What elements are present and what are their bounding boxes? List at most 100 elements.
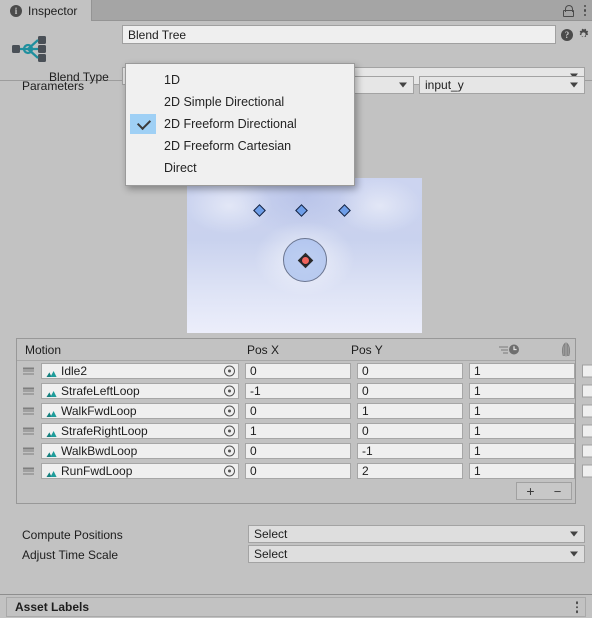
pos-y-value: 0 [362, 384, 369, 398]
pos-y-input[interactable]: 0 [357, 423, 463, 439]
menu-item-blend-type-3[interactable]: 2D Freeform Cartesian [126, 135, 354, 157]
table-row: StrafeRightLoop 1 0 1 [17, 421, 592, 441]
motion-field[interactable]: RunFwdLoop [41, 463, 239, 479]
drag-handle-icon[interactable] [23, 407, 34, 415]
chevron-down-icon [570, 531, 578, 537]
pos-x-input[interactable]: 0 [245, 363, 351, 379]
blend-tree-graph[interactable] [187, 178, 422, 333]
tab-inspector[interactable]: i Inspector [0, 0, 93, 21]
animation-clip-icon [46, 427, 57, 437]
blend-point-left[interactable] [253, 204, 266, 217]
kebab-menu-icon[interactable] [583, 4, 586, 17]
animation-clip-icon [46, 447, 57, 457]
speed-value: 1 [474, 424, 481, 438]
active-blend-node[interactable] [300, 255, 310, 265]
tab-inspector-label: Inspector [28, 3, 78, 18]
menu-item-blend-type-0[interactable]: 1D [126, 69, 354, 91]
motion-name: WalkFwdLoop [61, 404, 137, 418]
speed-value: 1 [474, 384, 481, 398]
object-picker-icon[interactable] [224, 365, 235, 377]
menu-item-check-slot [130, 92, 156, 112]
motion-field[interactable]: WalkBwdLoop [41, 443, 239, 459]
motion-table-body: Idle2 0 0 1 StrafeLeftLoop -1 0 1 WalkFwdLoop 0 1 1… [17, 361, 592, 481]
help-icon[interactable]: ? [561, 29, 573, 41]
kebab-menu-icon[interactable] [575, 601, 578, 613]
adjust-time-scale-dropdown[interactable]: Select [248, 545, 585, 563]
menu-item-check-slot [130, 136, 156, 156]
speed-input[interactable]: 1 [469, 383, 575, 399]
asset-labels-bar[interactable]: Asset Labels [6, 597, 586, 617]
asset-name-value: Blend Tree [128, 27, 187, 42]
motion-table-footer: + − [17, 481, 575, 503]
blend-type-menu[interactable]: 1D 2D Simple Directional 2D Freeform Direc… [125, 63, 355, 186]
adjust-time-scale-label: Adjust Time Scale [22, 548, 119, 562]
object-picker-icon[interactable] [224, 465, 235, 477]
speed-clock-icon [498, 343, 522, 356]
speed-input[interactable]: 1 [469, 443, 575, 459]
pos-y-input[interactable]: 0 [357, 363, 463, 379]
drag-handle-icon[interactable] [23, 367, 34, 375]
compute-positions-dropdown[interactable]: Select [248, 525, 585, 543]
speed-input[interactable]: 1 [469, 423, 575, 439]
menu-item-blend-type-4[interactable]: Direct [126, 157, 354, 179]
object-picker-icon[interactable] [224, 385, 235, 397]
drag-handle-icon[interactable] [23, 387, 34, 395]
chevron-down-icon [399, 82, 407, 88]
pos-x-input[interactable]: 0 [245, 463, 351, 479]
pos-x-input[interactable]: 0 [245, 443, 351, 459]
mirror-checkbox[interactable] [582, 424, 592, 438]
pos-y-input[interactable]: 2 [357, 463, 463, 479]
speed-input[interactable]: 1 [469, 403, 575, 419]
speed-input[interactable]: 1 [469, 463, 575, 479]
pos-x-value: 0 [250, 444, 257, 458]
motion-name: WalkBwdLoop [61, 444, 138, 458]
motion-field[interactable]: StrafeLeftLoop [41, 383, 239, 399]
pos-x-input[interactable]: 1 [245, 423, 351, 439]
object-picker-icon[interactable] [224, 405, 235, 417]
table-row: Idle2 0 0 1 [17, 361, 592, 381]
add-motion-button[interactable]: + [517, 483, 544, 499]
mirror-checkbox[interactable] [582, 404, 592, 418]
motion-name: StrafeLeftLoop [61, 384, 140, 398]
asset-name-field[interactable]: Blend Tree [122, 25, 556, 44]
parameter-y-dropdown[interactable]: input_y [419, 76, 585, 94]
object-picker-icon[interactable] [224, 425, 235, 437]
pos-y-value: 2 [362, 464, 369, 478]
column-header-motion: Motion [25, 342, 62, 357]
mirror-checkbox[interactable] [582, 464, 592, 478]
pos-y-value: 0 [362, 424, 369, 438]
mirror-checkbox[interactable] [582, 384, 592, 398]
mirror-checkbox[interactable] [582, 364, 592, 378]
drag-handle-icon[interactable] [23, 467, 34, 475]
remove-motion-button[interactable]: − [544, 483, 571, 499]
pos-x-input[interactable]: 0 [245, 403, 351, 419]
object-picker-icon[interactable] [224, 445, 235, 457]
info-icon: i [10, 4, 22, 17]
speed-input[interactable]: 1 [469, 363, 575, 379]
tabbar-actions [562, 0, 586, 21]
drag-handle-icon[interactable] [23, 447, 34, 455]
drag-handle-icon[interactable] [23, 427, 34, 435]
pos-y-input[interactable]: 0 [357, 383, 463, 399]
pos-x-value: -1 [250, 384, 261, 398]
pos-x-value: 0 [250, 464, 257, 478]
pos-y-input[interactable]: 1 [357, 403, 463, 419]
speed-value: 1 [474, 404, 481, 418]
motion-field[interactable]: Idle2 [41, 363, 239, 379]
compute-positions-label: Compute Positions [22, 528, 123, 542]
table-row: WalkBwdLoop 0 -1 1 [17, 441, 592, 461]
blend-point-right[interactable] [338, 204, 351, 217]
column-header-pos-x: Pos X [247, 342, 280, 357]
gear-icon[interactable] [577, 28, 590, 41]
menu-item-check-slot [130, 158, 156, 178]
mirror-checkbox[interactable] [582, 444, 592, 458]
blend-point-center[interactable] [295, 204, 308, 217]
lock-icon[interactable] [562, 4, 574, 17]
menu-item-blend-type-2[interactable]: 2D Freeform Directional [126, 113, 354, 135]
motion-field[interactable]: WalkFwdLoop [41, 403, 239, 419]
pos-y-input[interactable]: -1 [357, 443, 463, 459]
menu-item-blend-type-1[interactable]: 2D Simple Directional [126, 91, 354, 113]
menu-item-label: 1D [164, 73, 180, 87]
motion-field[interactable]: StrafeRightLoop [41, 423, 239, 439]
pos-x-input[interactable]: -1 [245, 383, 351, 399]
